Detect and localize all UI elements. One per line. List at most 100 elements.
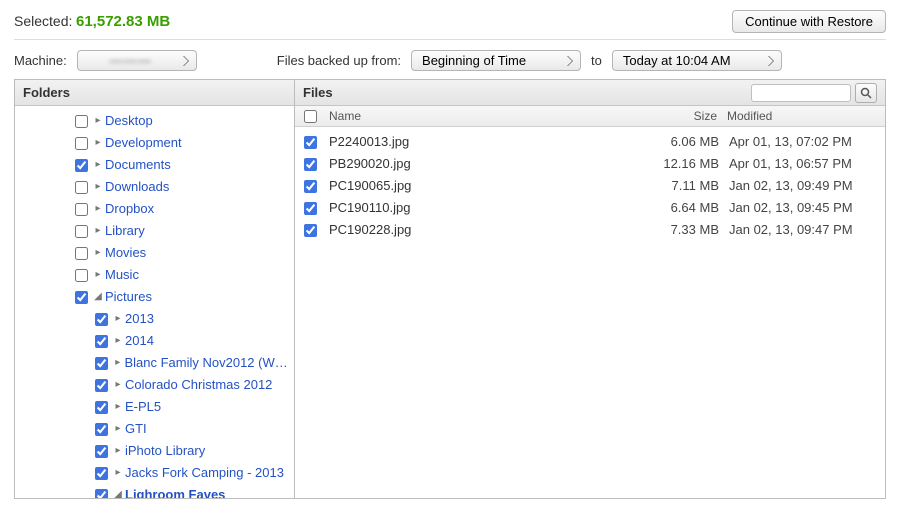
chevron-right-icon[interactable]: ▸ (93, 155, 103, 175)
chevron-right-icon[interactable]: ▸ (113, 375, 123, 395)
file-modified: Jan 02, 13, 09:45 PM (719, 198, 879, 218)
search-button[interactable] (855, 83, 877, 103)
folder-row[interactable]: ▸GTI (15, 418, 294, 440)
folder-checkbox[interactable] (75, 291, 88, 304)
folder-row[interactable]: ▸2013 (15, 308, 294, 330)
machine-select[interactable]: ——— (77, 50, 197, 71)
chevron-down-icon[interactable]: ◢ (113, 485, 123, 498)
select-all-checkbox[interactable] (304, 110, 317, 123)
folder-checkbox[interactable] (95, 379, 108, 392)
continue-restore-button[interactable]: Continue with Restore (732, 10, 886, 33)
chevron-right-icon[interactable]: ▸ (93, 199, 103, 219)
folder-row[interactable]: ▸Development (15, 132, 294, 154)
folder-row[interactable]: ▸Movies (15, 242, 294, 264)
folder-row[interactable]: ▸Dropbox (15, 198, 294, 220)
folder-label[interactable]: E-PL5 (125, 397, 161, 417)
chevron-right-icon[interactable]: ▸ (93, 243, 103, 263)
chevron-right-icon[interactable]: ▸ (113, 419, 123, 439)
chevron-right-icon[interactable]: ▸ (93, 133, 103, 153)
folder-row[interactable]: ▸E-PL5 (15, 396, 294, 418)
file-row[interactable]: PC190228.jpg7.33 MBJan 02, 13, 09:47 PM (295, 219, 885, 241)
chevron-right-icon[interactable]: ▸ (113, 397, 123, 417)
date-from-select[interactable]: Beginning of Time (411, 50, 581, 71)
folder-label[interactable]: 2014 (125, 331, 154, 351)
folder-row[interactable]: ▸iPhoto Library (15, 440, 294, 462)
chevron-right-icon[interactable]: ▸ (93, 221, 103, 241)
folder-label[interactable]: Pictures (105, 287, 152, 307)
folder-checkbox[interactable] (75, 181, 88, 194)
folder-label[interactable]: Movies (105, 243, 146, 263)
chevron-right-icon[interactable]: ▸ (113, 309, 123, 329)
folder-row[interactable]: ▸Downloads (15, 176, 294, 198)
folder-row[interactable]: ▸2014 (15, 330, 294, 352)
col-size[interactable]: Size (637, 109, 717, 123)
file-list[interactable]: P2240013.jpg6.06 MBApr 01, 13, 07:02 PMP… (295, 127, 885, 498)
col-modified[interactable]: Modified (717, 109, 877, 123)
folder-label[interactable]: Documents (105, 155, 171, 175)
file-checkbox[interactable] (304, 136, 317, 149)
folder-label[interactable]: GTI (125, 419, 147, 439)
chevron-right-icon[interactable]: ▸ (93, 265, 103, 285)
folder-label[interactable]: Library (105, 221, 145, 241)
folder-checkbox[interactable] (75, 203, 88, 216)
folder-row[interactable]: ▸Blanc Family Nov2012 (Willi... (15, 352, 294, 374)
files-title: Files (303, 85, 333, 100)
file-row[interactable]: P2240013.jpg6.06 MBApr 01, 13, 07:02 PM (295, 131, 885, 153)
chevron-right-icon[interactable]: ▸ (113, 441, 123, 461)
folder-label[interactable]: Blanc Family Nov2012 (Willi... (124, 353, 288, 373)
folder-label[interactable]: Dropbox (105, 199, 154, 219)
folder-label[interactable]: Lighroom Faves (125, 485, 225, 498)
file-modified: Jan 02, 13, 09:47 PM (719, 220, 879, 240)
file-checkbox[interactable] (304, 224, 317, 237)
chevron-right-icon[interactable]: ▸ (113, 353, 122, 373)
search-input[interactable] (751, 84, 851, 102)
folder-row[interactable]: ▸Documents (15, 154, 294, 176)
file-row[interactable]: PC190065.jpg7.11 MBJan 02, 13, 09:49 PM (295, 175, 885, 197)
file-checkbox[interactable] (304, 202, 317, 215)
file-checkbox[interactable] (304, 180, 317, 193)
selected-size: 61,572.83 MB (76, 13, 170, 30)
chevron-right-icon[interactable]: ▸ (113, 331, 123, 351)
folder-label[interactable]: Jacks Fork Camping - 2013 (125, 463, 284, 483)
folder-label[interactable]: Desktop (105, 111, 153, 131)
file-name: PC190228.jpg (327, 220, 639, 240)
folder-row[interactable]: ▸Music (15, 264, 294, 286)
folder-checkbox[interactable] (95, 445, 108, 458)
folder-checkbox[interactable] (75, 269, 88, 282)
folder-checkbox[interactable] (75, 225, 88, 238)
folder-row[interactable]: ▸Jacks Fork Camping - 2013 (15, 462, 294, 484)
folder-checkbox[interactable] (95, 423, 108, 436)
folder-checkbox[interactable] (95, 335, 108, 348)
folder-row[interactable]: ▸Desktop (15, 110, 294, 132)
folder-label[interactable]: Music (105, 265, 139, 285)
folder-checkbox[interactable] (95, 357, 108, 370)
file-row[interactable]: PC190110.jpg6.64 MBJan 02, 13, 09:45 PM (295, 197, 885, 219)
file-checkbox[interactable] (304, 158, 317, 171)
chevron-down-icon[interactable]: ◢ (93, 287, 103, 307)
folder-checkbox[interactable] (75, 159, 88, 172)
folder-row[interactable]: ◢Pictures (15, 286, 294, 308)
folder-label[interactable]: Development (105, 133, 182, 153)
folder-label[interactable]: Downloads (105, 177, 169, 197)
date-to-select[interactable]: Today at 10:04 AM (612, 50, 782, 71)
folder-label[interactable]: 2013 (125, 309, 154, 329)
folder-checkbox[interactable] (95, 401, 108, 414)
folder-checkbox[interactable] (95, 489, 108, 499)
folder-row[interactable]: ▸Library (15, 220, 294, 242)
folder-label[interactable]: Colorado Christmas 2012 (125, 375, 272, 395)
chevron-right-icon[interactable]: ▸ (93, 111, 103, 131)
folder-checkbox[interactable] (75, 115, 88, 128)
folder-checkbox[interactable] (75, 247, 88, 260)
folder-label[interactable]: iPhoto Library (125, 441, 205, 461)
folder-tree[interactable]: ▸Desktop▸Development▸Documents▸Downloads… (15, 106, 294, 498)
folder-checkbox[interactable] (75, 137, 88, 150)
chevron-right-icon[interactable]: ▸ (113, 463, 123, 483)
folder-checkbox[interactable] (95, 313, 108, 326)
folder-checkbox[interactable] (95, 467, 108, 480)
file-modified: Apr 01, 13, 06:57 PM (719, 154, 879, 174)
file-row[interactable]: PB290020.jpg12.16 MBApr 01, 13, 06:57 PM (295, 153, 885, 175)
chevron-right-icon[interactable]: ▸ (93, 177, 103, 197)
folder-row[interactable]: ◢Lighroom Faves (15, 484, 294, 498)
col-name[interactable]: Name (327, 109, 637, 123)
folder-row[interactable]: ▸Colorado Christmas 2012 (15, 374, 294, 396)
